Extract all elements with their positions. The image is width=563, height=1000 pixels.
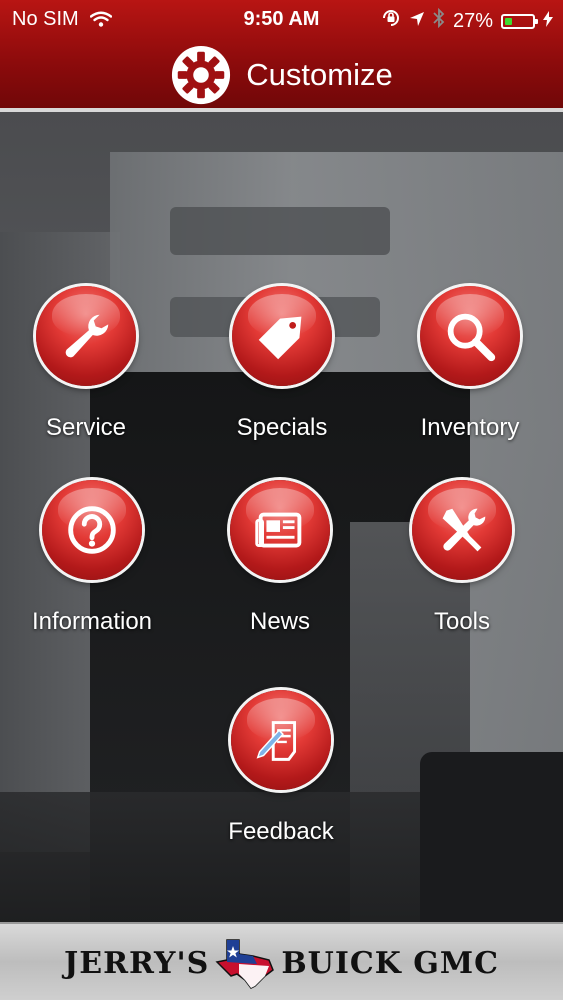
feedback-button-circle[interactable] <box>231 690 331 790</box>
brand-left-text: JERRY'S <box>64 945 210 981</box>
bluetooth-icon <box>433 7 445 34</box>
menu-item-service[interactable]: Service <box>0 286 181 456</box>
texas-flag-icon <box>215 939 275 989</box>
menu-item-inventory[interactable]: Inventory <box>375 286 563 456</box>
status-right: 27% <box>381 7 553 34</box>
magnifier-icon <box>447 313 496 362</box>
information-button-circle[interactable] <box>42 480 142 580</box>
inventory-button-circle[interactable] <box>420 286 520 386</box>
tag-icon <box>258 316 302 360</box>
menu-item-feedback[interactable]: Feedback <box>186 690 376 860</box>
menu-label-service: Service <box>45 414 127 441</box>
battery-percent: 27% <box>452 9 493 32</box>
tools-button-circle[interactable] <box>412 480 512 580</box>
customize-button[interactable]: Customize <box>0 44 563 106</box>
bg-truck <box>420 752 563 922</box>
footer-banner: JERRY'S BUICK GMC <box>0 922 563 1000</box>
specials-button-circle[interactable] <box>232 286 332 386</box>
orientation-lock-icon <box>381 8 401 34</box>
status-bar: No SIM 9:50 AM 27% <box>0 0 563 38</box>
header-bar: No SIM 9:50 AM 27% Customize <box>0 0 563 112</box>
feedback-icon <box>256 721 297 761</box>
dealer-logo: JERRY'S BUICK GMC <box>0 932 563 994</box>
location-arrow-icon <box>409 10 425 33</box>
gear-icon <box>170 44 232 106</box>
menu-label-information: Information <box>31 608 153 635</box>
bg-sign-top <box>170 207 390 255</box>
menu-label-inventory: Inventory <box>420 414 520 441</box>
news-button-circle[interactable] <box>230 480 330 580</box>
question-icon <box>68 506 116 554</box>
battery-fill <box>505 17 513 25</box>
service-button-circle[interactable] <box>36 286 136 386</box>
menu-label-tools: Tools <box>433 608 491 635</box>
battery-icon <box>501 13 538 29</box>
menu-item-tools[interactable]: Tools <box>367 480 557 650</box>
brand-right-text: BUICK GMC <box>281 945 499 981</box>
menu-label-specials: Specials <box>236 414 328 441</box>
newspaper-icon <box>255 512 302 548</box>
app-screen: No SIM 9:50 AM 27% Customize Service Spe… <box>0 0 563 1000</box>
menu-item-specials[interactable]: Specials <box>187 286 377 456</box>
customize-label: Customize <box>246 57 393 92</box>
menu-item-information[interactable]: Information <box>0 480 187 650</box>
charging-bolt-icon <box>543 10 553 33</box>
menu-label-feedback: Feedback <box>228 818 334 845</box>
wrench-icon <box>65 314 109 358</box>
tools-icon <box>442 508 486 552</box>
menu-label-news: News <box>249 608 310 635</box>
menu-item-news[interactable]: News <box>185 480 375 650</box>
